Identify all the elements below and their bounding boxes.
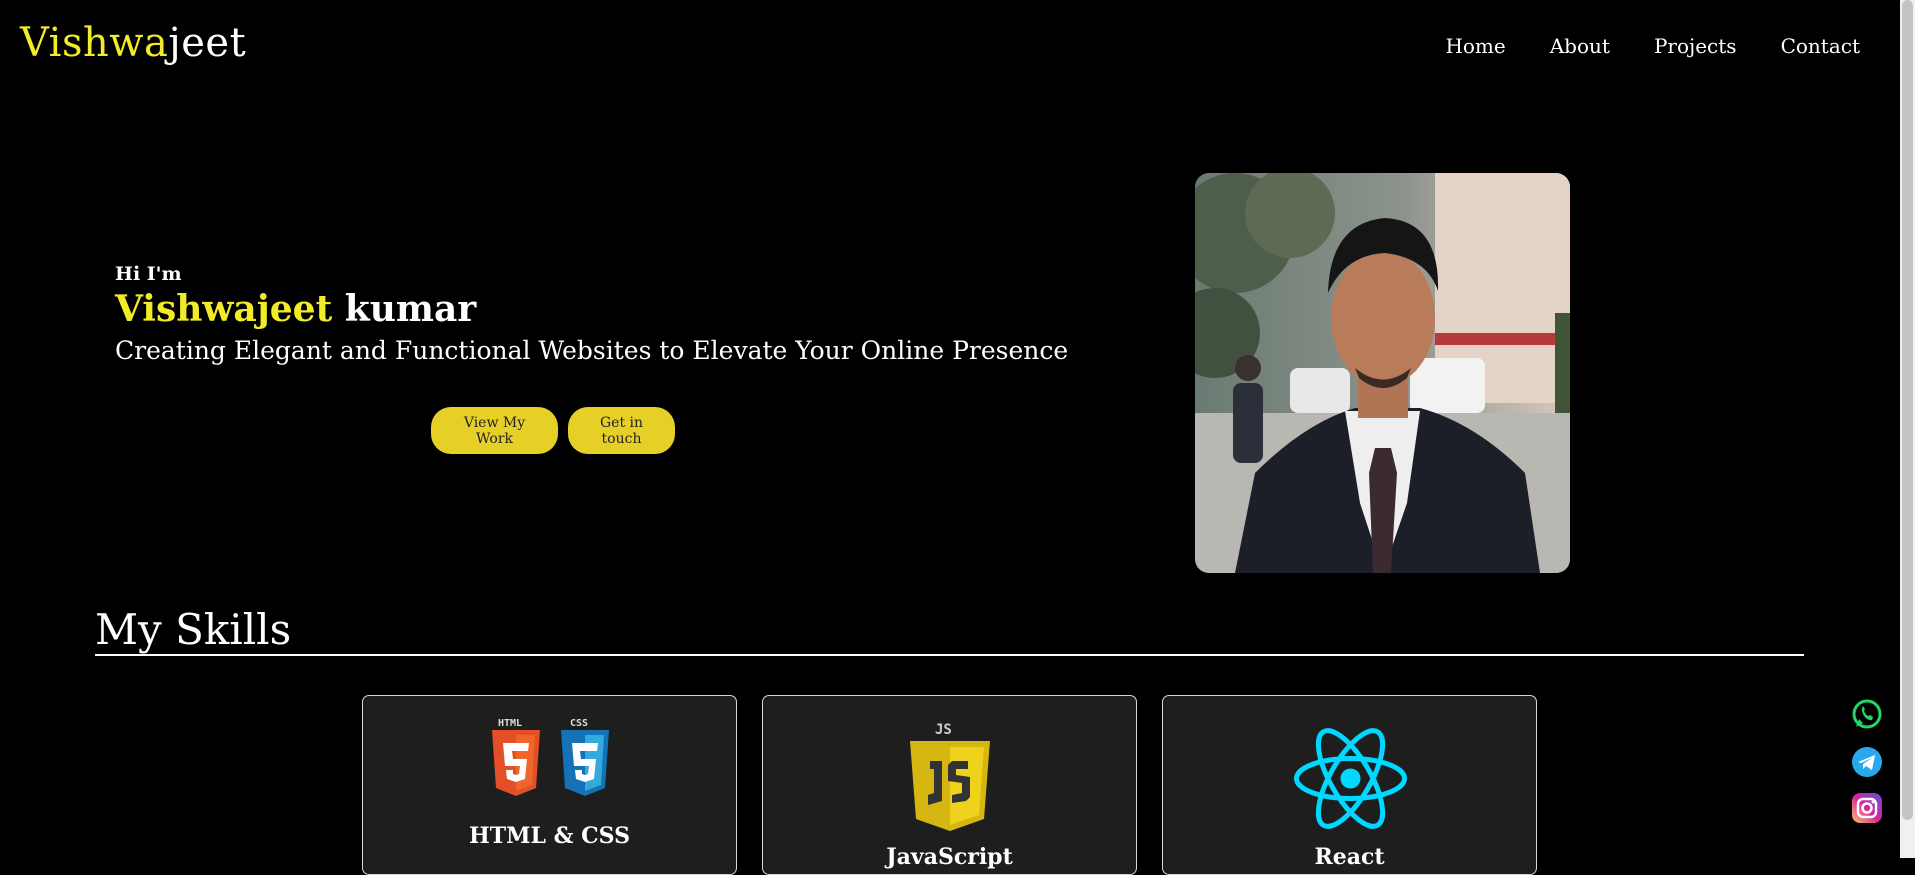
skills-heading: My Skills xyxy=(95,605,292,654)
skill-card-html-css: HTML CSS HTML & CSS xyxy=(362,695,737,875)
site-logo[interactable]: Vishwajeet xyxy=(20,20,246,66)
js-badge-label: JS xyxy=(935,722,952,738)
get-in-touch-button[interactable]: Get in touch xyxy=(568,407,675,454)
css-badge-label: CSS xyxy=(570,718,588,729)
hero-tagline: Creating Elegant and Functional Websites… xyxy=(115,336,1069,365)
profile-photo xyxy=(1195,173,1570,573)
hero-name-first: Vishwajeet xyxy=(115,288,333,330)
skill-card-title: JavaScript xyxy=(886,844,1013,870)
telegram-icon[interactable] xyxy=(1850,745,1884,779)
main-nav: Home About Projects Contact xyxy=(1445,34,1860,58)
view-work-button[interactable]: View My Work xyxy=(431,407,558,454)
logo-accent: Vishwa xyxy=(20,20,169,66)
skill-card-javascript: JS JavaScript xyxy=(762,695,1137,875)
instagram-icon[interactable] xyxy=(1850,791,1884,825)
scrollbar[interactable] xyxy=(1900,0,1915,858)
skills-divider xyxy=(95,654,1804,656)
whatsapp-icon[interactable] xyxy=(1850,697,1884,731)
hero-greeting: Hi I'm xyxy=(115,263,182,285)
nav-projects[interactable]: Projects xyxy=(1654,34,1737,58)
html-css-icon: HTML CSS xyxy=(492,718,609,796)
html-badge-label: HTML xyxy=(498,718,522,729)
skill-card-title: React xyxy=(1314,844,1385,870)
hero-name-last: kumar xyxy=(344,288,477,330)
scrollbar-thumb[interactable] xyxy=(1902,0,1913,820)
logo-rest: jeet xyxy=(168,20,247,66)
nav-contact[interactable]: Contact xyxy=(1781,34,1860,58)
js-icon: JS xyxy=(910,722,990,831)
hero-name: Vishwajeet kumar xyxy=(115,288,476,330)
nav-about[interactable]: About xyxy=(1550,34,1610,58)
skill-card-title: HTML & CSS xyxy=(469,823,630,849)
skill-card-react: React xyxy=(1162,695,1537,875)
nav-home[interactable]: Home xyxy=(1445,34,1505,58)
react-icon xyxy=(1294,728,1407,829)
